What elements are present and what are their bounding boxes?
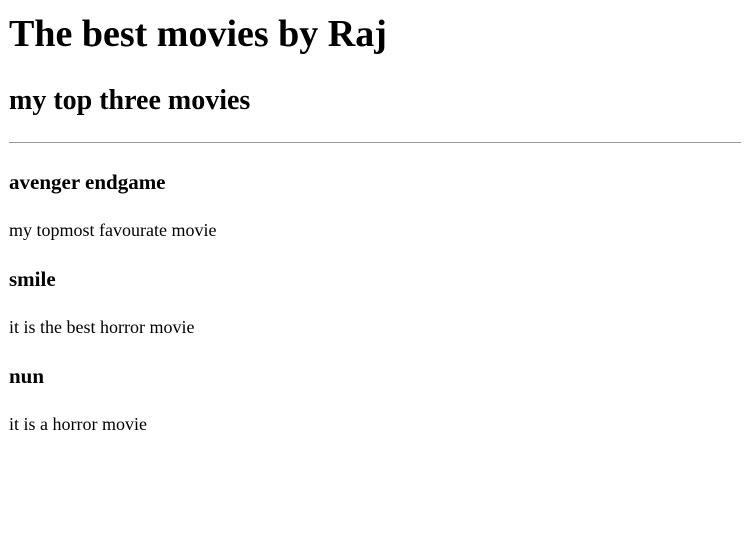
movie-description: my topmost favourate movie [9, 220, 217, 240]
movie-title: nun [9, 364, 45, 388]
movie-description: it is a horror movie [9, 414, 147, 434]
page-title: The best movies by Raj [9, 13, 387, 55]
divider [9, 142, 741, 143]
movie-title: smile [9, 267, 56, 291]
page: The best movies by Raj my top three movi… [0, 0, 748, 541]
section-heading: my top three movies [9, 85, 251, 116]
movie-title: avenger endgame [9, 170, 166, 194]
movie-description: it is the best horror movie [9, 317, 195, 337]
